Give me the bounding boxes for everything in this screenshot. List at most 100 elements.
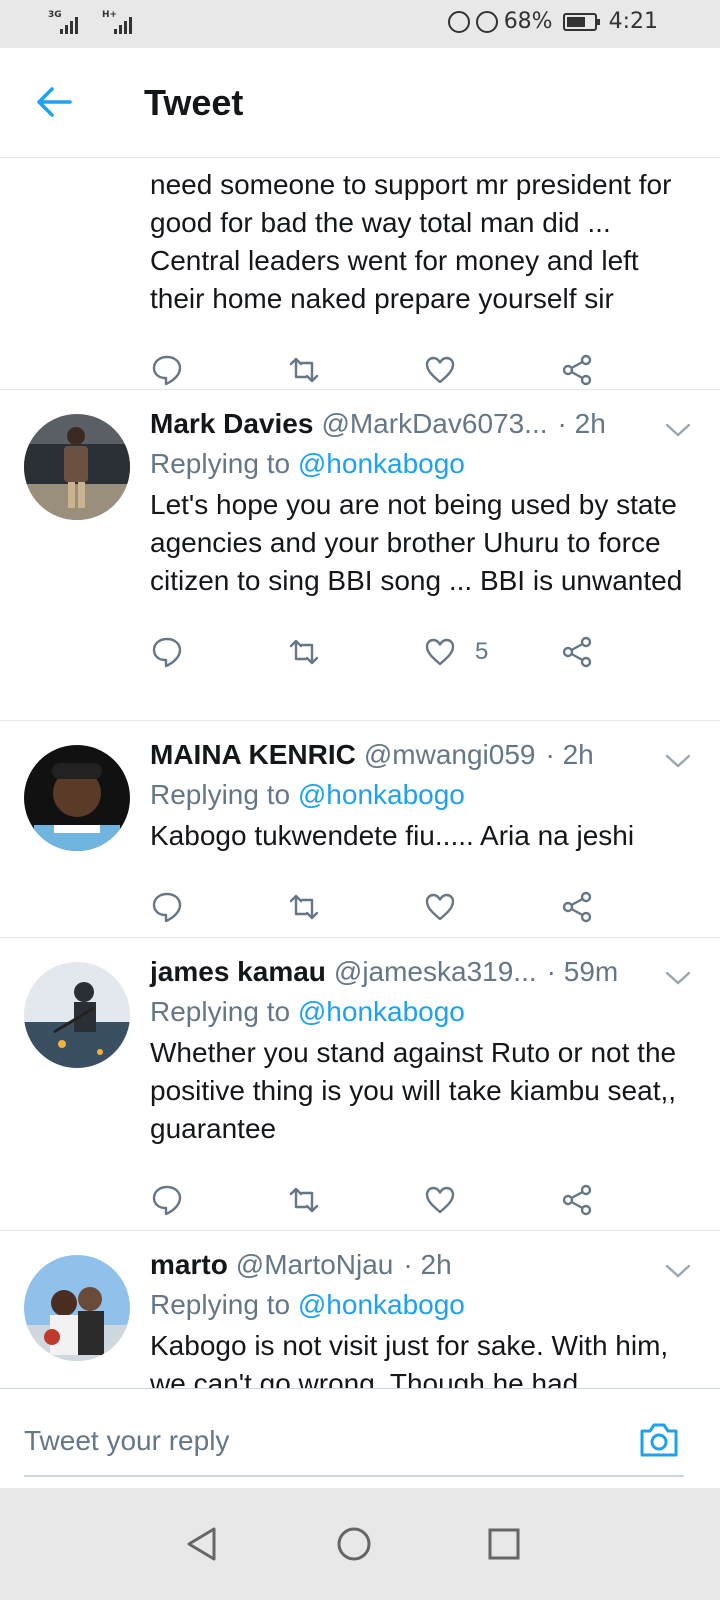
retweet-icon: [289, 639, 318, 665]
nav-home-icon[interactable]: [336, 1526, 372, 1562]
page-title: Tweet: [144, 82, 244, 123]
replying-to: Replying to @honkabogo: [150, 448, 696, 480]
reply-tweet[interactable]: MAINA KENRIC @mwangi059 · 2h Replying to @h…: [0, 721, 720, 938]
tweet-text: Whether you stand against Ruto or not th…: [150, 1037, 677, 1144]
share-button[interactable]: [560, 635, 697, 669]
share-button[interactable]: [560, 890, 697, 924]
tweet-header: james kamau @jameska319... · 59m: [150, 956, 696, 992]
reply-button[interactable]: [150, 353, 287, 387]
mention-link[interactable]: @honkabogo: [298, 996, 465, 1027]
tweet-header: marto @MartoNjau · 2h: [150, 1249, 696, 1285]
mention-link[interactable]: @honkabogo: [298, 779, 465, 810]
author-handle[interactable]: @mwangi059: [364, 739, 536, 771]
reply-button[interactable]: [150, 890, 287, 924]
replying-to: Replying to @honkabogo: [150, 996, 696, 1028]
heart-icon: [425, 1186, 455, 1214]
reply-tweet[interactable]: james kamau @jameska319... · 59m Replying t…: [0, 938, 720, 1231]
tweet-text: need someone to support mr president for…: [150, 169, 672, 314]
reply-tweet[interactable]: Mark Davies @MarkDav6073... · 2h Replying t…: [0, 390, 720, 721]
avatar[interactable]: [24, 1255, 130, 1361]
tweet-time: · 2h: [545, 739, 594, 770]
author-handle[interactable]: @jameska319...: [334, 956, 537, 988]
retweet-icon: [289, 357, 318, 383]
avatar[interactable]: [24, 414, 130, 520]
avatar[interactable]: [24, 962, 130, 1068]
battery-icon: [562, 12, 600, 31]
like-button[interactable]: [423, 1183, 560, 1217]
chevron-down-icon[interactable]: [664, 420, 692, 440]
like-button[interactable]: 5: [423, 635, 560, 669]
reply-icon: [152, 892, 182, 923]
reply-tweet[interactable]: marto @MartoNjau · 2h Replying to @honkabog…: [0, 1231, 720, 1388]
reply-icon: [152, 1185, 182, 1216]
battery-percent: 68%: [503, 9, 553, 34]
status-bar: 3G H+ 68% 4:21: [0, 0, 720, 48]
system-nav-bar: [0, 1488, 720, 1600]
author-name[interactable]: MAINA KENRIC: [150, 739, 356, 771]
camera-icon[interactable]: [638, 1419, 680, 1459]
heart-icon: [425, 893, 455, 921]
replying-to-label: Replying to: [150, 996, 298, 1027]
retweet-icon: [289, 894, 318, 920]
heart-icon: [425, 356, 455, 384]
clock: 4:21: [608, 9, 658, 34]
share-icon: [562, 354, 591, 386]
tweet-time: · 59m: [546, 956, 619, 987]
replying-to: Replying to @honkabogo: [150, 779, 696, 811]
like-button[interactable]: [423, 353, 560, 387]
tweet-actions: 5: [150, 622, 696, 682]
chevron-down-icon[interactable]: [664, 751, 692, 771]
author-name[interactable]: Mark Davies: [150, 408, 313, 440]
reply-button[interactable]: [150, 1183, 287, 1217]
author-name[interactable]: james kamau: [150, 956, 326, 988]
tweet-header: Mark Davies @MarkDav6073... · 2h: [150, 408, 696, 444]
reply-composer: [0, 1388, 720, 1488]
retweet-button[interactable]: [287, 890, 424, 924]
back-arrow-icon[interactable]: [34, 84, 74, 120]
tweet-time: · 2h: [403, 1249, 452, 1280]
tweet-text: Kabogo is not visit just for sake. With …: [150, 1330, 669, 1388]
like-count: 5: [475, 638, 489, 665]
reply-button[interactable]: [150, 635, 287, 669]
sim2-signal-icon: H+: [102, 10, 142, 34]
alarm-icon: [475, 10, 498, 33]
app-header: Tweet: [0, 48, 720, 158]
tweet-time: · 2h: [557, 408, 606, 439]
replying-to: Replying to @honkabogo: [150, 1289, 696, 1321]
input-underline: [24, 1475, 684, 1477]
mention-link[interactable]: @honkabogo: [298, 448, 465, 479]
reply-icon: [152, 637, 182, 668]
data-saver-icon: [447, 10, 470, 33]
tweet-actions: [150, 1170, 696, 1230]
nav-back-icon[interactable]: [184, 1526, 220, 1562]
tweet-text: Let's hope you are not being used by sta…: [150, 489, 683, 596]
avatar[interactable]: [24, 745, 130, 851]
tweet-header: MAINA KENRIC @mwangi059 · 2h: [150, 739, 696, 775]
reply-feed[interactable]: need someone to support mr president for…: [0, 158, 720, 1388]
main-tweet[interactable]: need someone to support mr president for…: [0, 158, 720, 390]
share-icon: [562, 891, 591, 923]
retweet-button[interactable]: [287, 1183, 424, 1217]
sim1-signal-icon: 3G: [48, 10, 88, 34]
nav-recents-icon[interactable]: [486, 1526, 522, 1562]
tweet-text: Kabogo tukwendete fiu..... Aria na jeshi: [150, 820, 635, 851]
reply-icon: [152, 355, 182, 386]
replying-to-label: Replying to: [150, 448, 298, 479]
share-icon: [562, 636, 591, 668]
heart-icon: [425, 638, 455, 666]
chevron-down-icon[interactable]: [664, 1261, 692, 1281]
author-name[interactable]: marto: [150, 1249, 228, 1281]
tweet-reply-input[interactable]: [24, 1419, 604, 1463]
share-button[interactable]: [560, 353, 697, 387]
retweet-button[interactable]: [287, 635, 424, 669]
author-handle[interactable]: @MartoNjau: [236, 1249, 394, 1281]
like-button[interactable]: [423, 890, 560, 924]
retweet-icon: [289, 1187, 318, 1213]
chevron-down-icon[interactable]: [664, 968, 692, 988]
retweet-button[interactable]: [287, 353, 424, 387]
mention-link[interactable]: @honkabogo: [298, 1289, 465, 1320]
share-button[interactable]: [560, 1183, 697, 1217]
replying-to-label: Replying to: [150, 779, 298, 810]
author-handle[interactable]: @MarkDav6073...: [321, 408, 547, 440]
share-icon: [562, 1184, 591, 1216]
